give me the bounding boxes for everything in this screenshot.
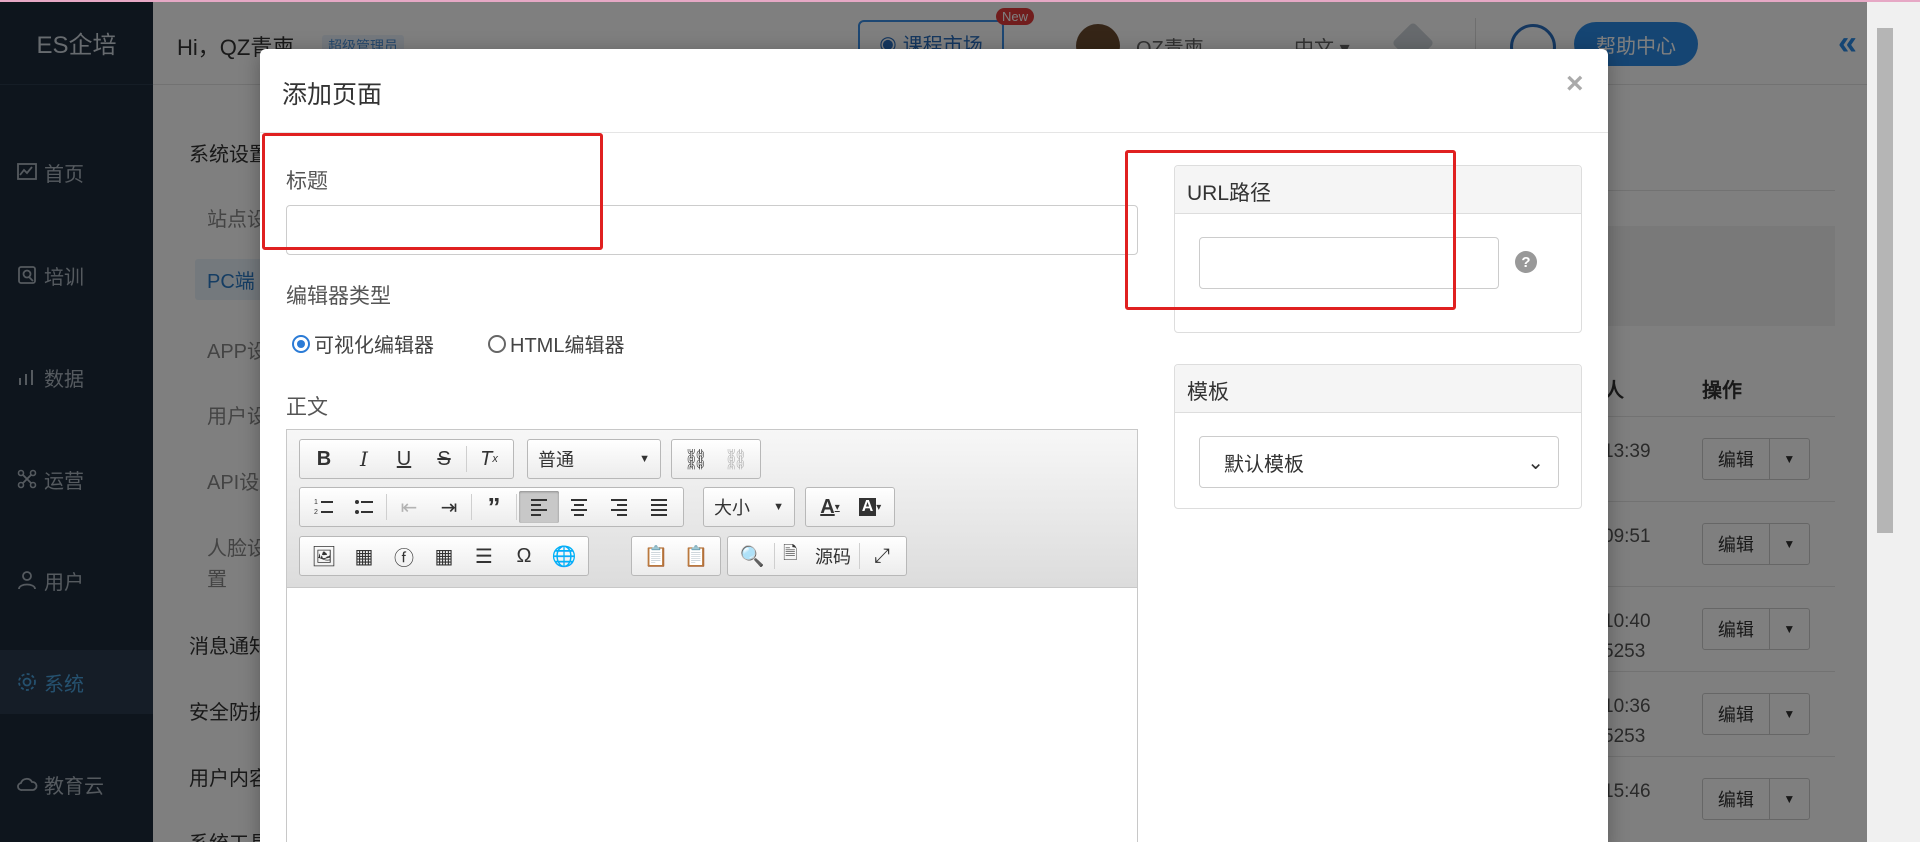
outdent-icon: ⇤	[400, 496, 418, 519]
highlight-box-title	[262, 133, 603, 250]
chevron-down-icon: ⌄	[1527, 451, 1544, 474]
paste-word-icon[interactable]: 📋	[676, 540, 716, 572]
bold-icon[interactable]: B	[304, 443, 344, 475]
top-accent-line	[0, 0, 1920, 2]
highlight-box-url	[1125, 150, 1456, 310]
background-color-icon[interactable]: A ▾	[850, 491, 890, 523]
flash-icon[interactable]: ⓕ	[384, 540, 424, 572]
source-button[interactable]: 🗎 源码	[777, 540, 857, 572]
chevron-down-icon: ▼	[773, 501, 784, 513]
clear-format-icon[interactable]: Tx	[469, 443, 509, 475]
card-header: 模板	[1175, 365, 1581, 413]
format-select[interactable]: 普通 ▼	[527, 439, 661, 479]
radio-visual-editor[interactable]: 可视化编辑器	[292, 329, 434, 358]
font-size-select[interactable]: 大小 ▼	[703, 487, 795, 527]
svg-text:1: 1	[314, 499, 318, 506]
paste-text-icon[interactable]: 📋	[636, 540, 676, 572]
close-icon[interactable]: ×	[1566, 67, 1584, 101]
align-justify-icon[interactable]	[639, 491, 679, 523]
link-group: ⛓ ⛓	[671, 439, 761, 479]
radio-unchecked-icon	[488, 334, 506, 353]
fullscreen-icon[interactable]: ⤢	[862, 540, 902, 572]
unlink-icon: ⛓	[723, 448, 749, 471]
svg-text:2: 2	[314, 509, 318, 516]
indent-icon[interactable]: ⇥	[429, 491, 469, 523]
dialog-title: 添加页面	[282, 81, 383, 109]
special-char-icon[interactable]: Ω	[504, 540, 544, 572]
scrollbar-thumb[interactable]	[1877, 28, 1893, 533]
template-select[interactable]: 默认模板 ⌄	[1199, 436, 1559, 488]
align-left-icon[interactable]	[519, 491, 559, 523]
rich-text-editor: B I U S Tx 普通 ▼ ⛓ ⛓ 12 ⇤ ⇥ ” 大小 ▼ A ▾ A …	[286, 429, 1138, 842]
chevron-down-icon: ▼	[639, 453, 650, 465]
align-right-icon[interactable]	[599, 491, 639, 523]
media-icon[interactable]: ▦	[344, 540, 384, 572]
underline-icon[interactable]: U	[384, 443, 424, 475]
text-style-group: B I U S Tx	[299, 439, 514, 479]
template-card: 模板 默认模板 ⌄	[1174, 364, 1582, 509]
numbered-list-icon[interactable]: 12	[304, 491, 344, 523]
bullet-list-icon[interactable]	[344, 491, 384, 523]
scrollbar[interactable]	[1867, 0, 1920, 842]
radio-html-editor[interactable]: HTML编辑器	[488, 329, 624, 358]
tools-group: 🔍 🗎 源码 ⤢	[727, 536, 907, 576]
text-color-icon[interactable]: A ▾	[810, 491, 850, 523]
insert-group: 🖼 ▦ ⓕ ▦ ☰ Ω 🌐	[299, 536, 589, 576]
source-icon: 🗎	[783, 543, 798, 563]
link-icon[interactable]: ⛓	[676, 443, 716, 475]
horizontal-rule-icon[interactable]: ☰	[464, 540, 504, 572]
blockquote-icon[interactable]: ”	[474, 491, 514, 523]
globe-icon[interactable]: 🌐	[544, 540, 584, 572]
color-group: A ▾ A ▾	[805, 487, 895, 527]
align-center-icon[interactable]	[559, 491, 599, 523]
strikethrough-icon[interactable]: S	[424, 443, 464, 475]
paragraph-group: 12 ⇤ ⇥ ”	[299, 487, 684, 527]
body-label: 正文	[286, 396, 328, 419]
editor-toolbar: B I U S Tx 普通 ▼ ⛓ ⛓ 12 ⇤ ⇥ ” 大小 ▼ A ▾ A …	[287, 430, 1137, 588]
table-icon[interactable]: ▦	[424, 540, 464, 572]
italic-icon[interactable]: I	[344, 443, 384, 475]
radio-checked-icon	[292, 334, 310, 353]
paste-group: 📋 📋	[631, 536, 721, 576]
image-icon[interactable]: 🖼	[304, 540, 344, 572]
editor-content-area[interactable]	[287, 588, 1137, 842]
question-icon[interactable]: ?	[1515, 251, 1537, 273]
search-icon[interactable]: 🔍	[732, 540, 772, 572]
editor-type-label: 编辑器类型	[286, 285, 391, 308]
